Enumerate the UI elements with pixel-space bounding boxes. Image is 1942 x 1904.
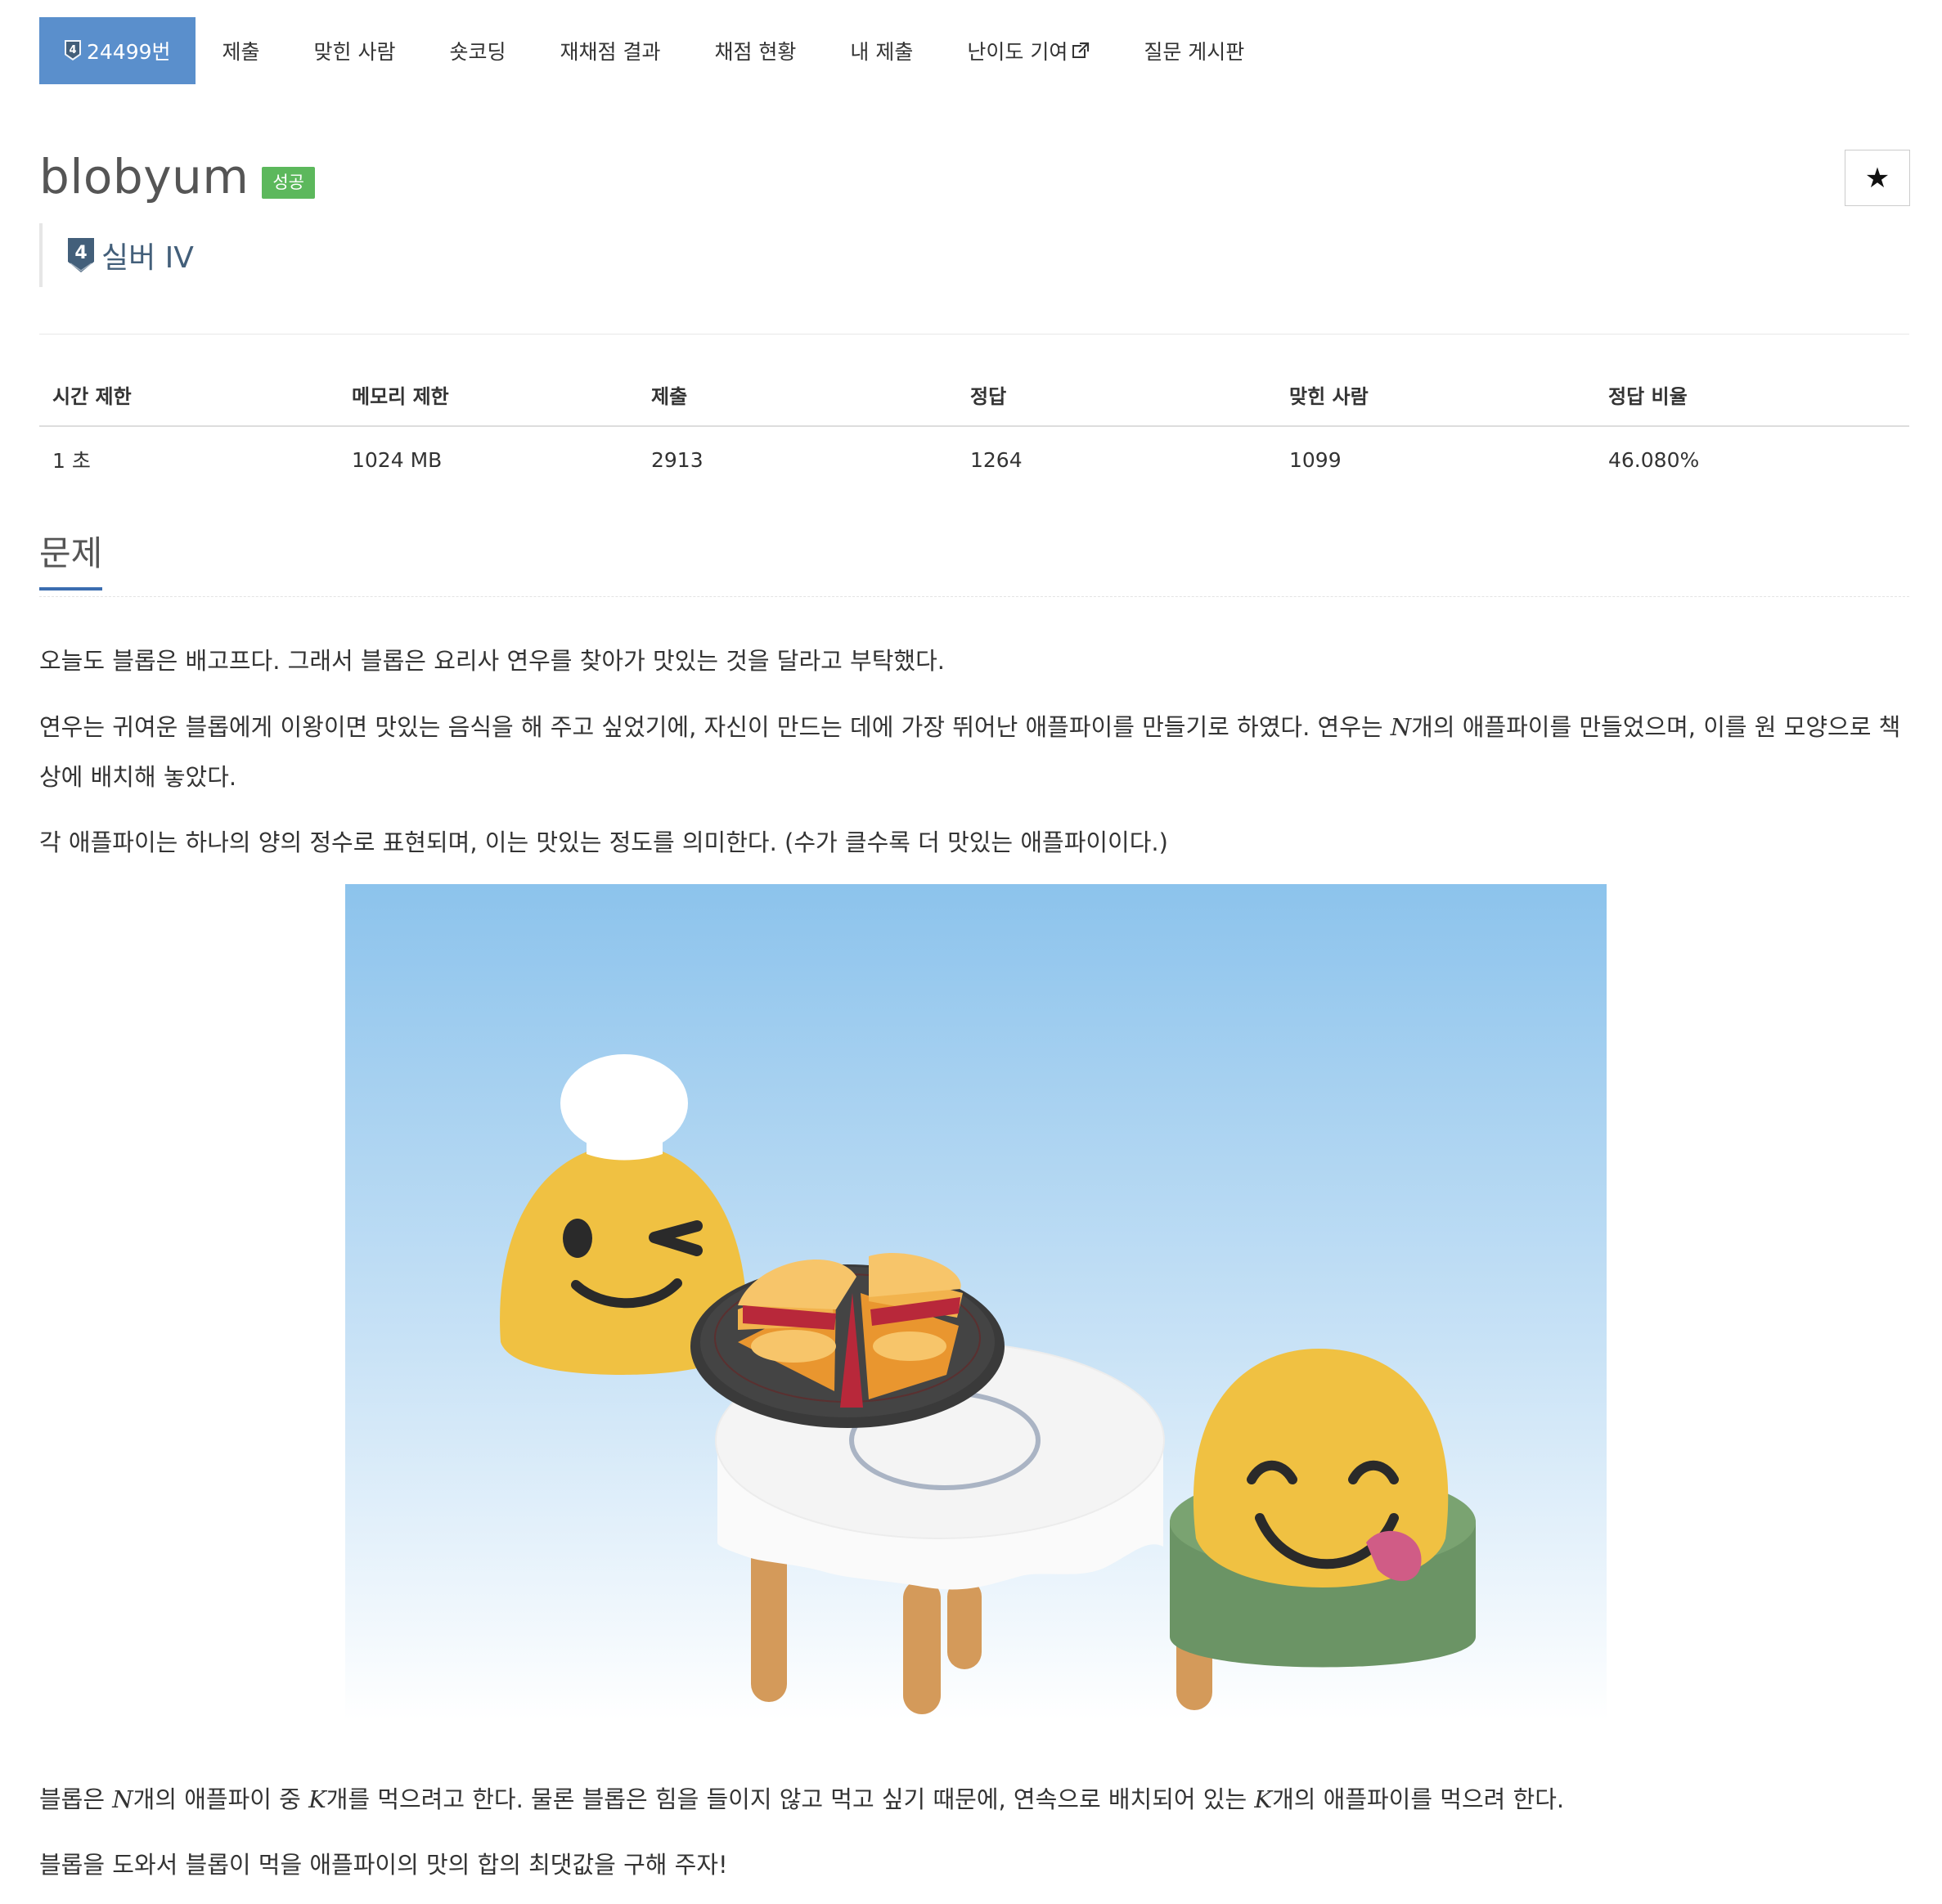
problem-title-row: blobyum 성공	[39, 149, 315, 204]
var-k: K	[1254, 1785, 1273, 1813]
open-eye	[563, 1219, 592, 1258]
header-time-limit: 시간 제한	[39, 366, 339, 427]
external-link-icon	[1072, 42, 1090, 58]
tier-label: 실버 IV	[101, 241, 194, 275]
favorite-star-button[interactable]: ★	[1845, 150, 1910, 206]
tier-badge-number: 4	[69, 44, 76, 56]
tab-qna-board[interactable]: 질문 게시판	[1117, 17, 1271, 84]
silver-tier-icon: 4	[65, 40, 81, 61]
var-n: N	[112, 1785, 133, 1813]
accept-ratio-value: 46.080%	[1608, 447, 1700, 472]
tab-status[interactable]: 채점 현황	[687, 17, 823, 84]
tab-short-coding-label: 숏코딩	[449, 40, 506, 64]
table-row: 1 초 1024 MB 2913 1264 1099 46.080%	[39, 426, 1909, 489]
star-icon: ★	[1864, 161, 1890, 195]
description-paragraph-4: 블롭은 N개의 애플파이 중 K개를 먹으려고 한다. 물론 블롭은 힘을 들이…	[39, 1775, 1913, 1825]
p4-text-a: 블롭은	[39, 1785, 113, 1813]
problem-info-table: 시간 제한 메모리 제한 제출 정답 맞힌 사람 정답 비율 1 초 1024 …	[39, 366, 1909, 489]
description-paragraph-3: 각 애플파이는 하나의 양의 정수로 표현되며, 이는 맛있는 정도를 의미한다…	[39, 829, 1168, 856]
blob-apple-pie-illustration	[345, 884, 1607, 1720]
p4-text-c: 개를 먹으려고 한다. 물론 블롭은 힘을 들이지 않고 먹고 싶기 때문에, …	[326, 1785, 1255, 1813]
problem-title: blobyum	[39, 149, 249, 204]
p4-text-b: 개의 애플파이 중	[133, 1785, 309, 1813]
description-paragraph-1: 오늘도 블롭은 배고프다. 그래서 블롭은 요리사 연우를 찾아가 맛있는 것을…	[39, 647, 945, 675]
tab-short-coding[interactable]: 숏코딩	[423, 17, 533, 84]
header-memory-limit: 메모리 제한	[339, 366, 638, 427]
description-paragraph-5: 블롭을 도와서 블롭이 먹을 애플파이의 맛의 합의 최댓값을 구해 주자!	[39, 1851, 728, 1879]
tab-difficulty-contribute[interactable]: 난이도 기여	[940, 17, 1117, 84]
tab-my-submissions[interactable]: 내 제출	[823, 17, 940, 84]
header-solved-users: 맞힌 사람	[1276, 366, 1595, 427]
tab-rejudge-results[interactable]: 재채점 결과	[533, 17, 688, 84]
tab-submit-label: 제출	[222, 40, 260, 64]
var-k: K	[308, 1785, 326, 1813]
accepted-value: 1264	[970, 447, 1023, 472]
solved-users-value: 1099	[1289, 447, 1342, 472]
memory-limit-value: 1024 MB	[352, 447, 443, 472]
header-accept-ratio: 정답 비율	[1595, 366, 1909, 427]
p2-text-a: 연우는 귀여운 블롭에게 이왕이면 맛있는 음식을 해 주고 싶었기에, 자신이…	[39, 713, 1391, 741]
tab-difficulty-contribute-label: 난이도 기여	[967, 40, 1068, 64]
header-divider	[39, 334, 1909, 335]
description-paragraph-2: 연우는 귀여운 블롭에게 이왕이면 맛있는 음식을 해 주고 싶었기에, 자신이…	[39, 703, 1913, 802]
var-n: N	[1390, 713, 1412, 741]
tab-solved-users-label: 맞힌 사람	[313, 40, 396, 64]
tab-solved-users[interactable]: 맞힌 사람	[287, 17, 423, 84]
tab-problem[interactable]: 4 24499번	[39, 17, 196, 84]
problem-section-header: 문제	[39, 533, 1909, 597]
problem-nav: 4 24499번 제출 맞힌 사람 숏코딩 재채점 결과 채점 현황 내 제출 …	[39, 17, 1271, 84]
table-header-row: 시간 제한 메모리 제한 제출 정답 맞힌 사람 정답 비율	[39, 366, 1909, 427]
time-limit-value: 1 초	[52, 449, 91, 473]
result-badge: 성공	[262, 166, 315, 199]
header-accepted: 정답	[957, 366, 1276, 427]
header-submissions: 제출	[638, 366, 957, 427]
tab-problem-label: 24499번	[87, 40, 171, 64]
tier-info: 4 실버 IV	[39, 223, 194, 287]
section-title: 문제	[39, 533, 103, 591]
tab-status-label: 채점 현황	[714, 40, 797, 64]
silver-tier-icon: 4	[68, 238, 94, 272]
tab-rejudge-results-label: 재채점 결과	[560, 40, 661, 64]
tab-my-submissions-label: 내 제출	[850, 40, 914, 64]
submissions-value: 2913	[651, 447, 704, 472]
tab-qna-board-label: 질문 게시판	[1144, 40, 1245, 64]
tier-icon-number: 4	[74, 243, 87, 263]
p4-text-d: 개의 애플파이를 먹으려 한다.	[1272, 1785, 1565, 1813]
tab-submit[interactable]: 제출	[196, 17, 287, 84]
